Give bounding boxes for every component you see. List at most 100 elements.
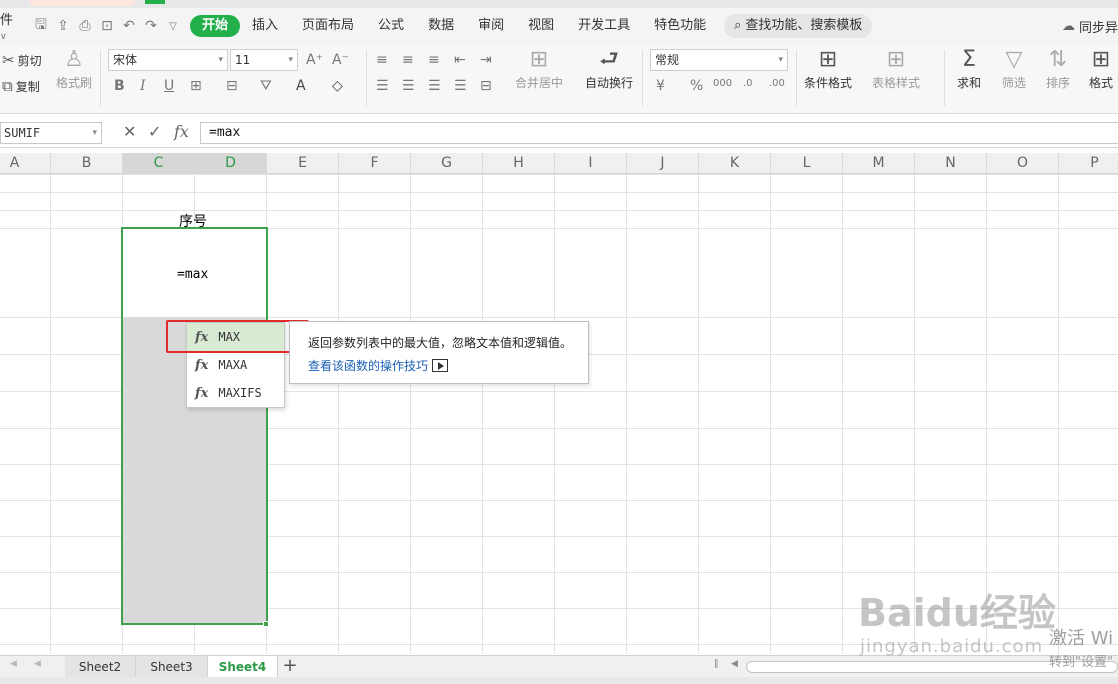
format-painter-button[interactable]: ♙ 格式刷 — [56, 48, 92, 91]
tab-special-features[interactable]: 特色功能 — [642, 15, 718, 37]
column-header-e[interactable]: E — [267, 153, 339, 174]
fill-handle[interactable] — [263, 621, 269, 627]
font-name-select[interactable]: 宋体 ▾ — [108, 49, 228, 71]
thousands-icon[interactable]: 000 — [713, 78, 732, 89]
merge-center-button[interactable]: ⊞ 合并居中 — [515, 48, 563, 91]
borders-icon[interactable]: ⊞ — [190, 78, 202, 94]
autocomplete-item-maxa[interactable]: fx MAXA — [187, 351, 284, 379]
tab-page-layout[interactable]: 页面布局 — [290, 15, 366, 37]
format-button[interactable]: ⊞ 格式 — [1089, 48, 1113, 91]
filter-button[interactable]: ▽ 筛选 — [1002, 48, 1026, 91]
column-header-j[interactable]: J — [627, 153, 699, 174]
tab-insert[interactable]: 插入 — [240, 15, 290, 37]
align-top-icon[interactable]: ≡ — [376, 52, 388, 68]
customize-chevron-icon[interactable]: ▽ — [162, 15, 184, 37]
feature-search[interactable]: ⌕ 查找功能、搜索模板 — [724, 14, 873, 38]
export-icon[interactable]: ⇪ — [52, 15, 74, 37]
sheet-tab-sheet3[interactable]: Sheet3 — [136, 656, 208, 678]
column-header-d[interactable]: D — [195, 153, 267, 174]
column-header-i[interactable]: I — [555, 153, 627, 174]
table-style-button[interactable]: ⊞ 表格样式 — [872, 48, 920, 91]
tab-home[interactable]: 开始 — [190, 15, 241, 37]
column-header-h[interactable]: H — [483, 153, 555, 174]
column-header-n[interactable]: N — [915, 153, 987, 174]
column-header-l[interactable]: L — [771, 153, 843, 174]
cell-editing-value[interactable]: =max — [177, 267, 208, 282]
undo-icon[interactable]: ↶ — [118, 15, 140, 37]
sheet-scroll-first-icon[interactable]: ◀ — [10, 659, 17, 669]
font-size-select[interactable]: 11 ▾ — [230, 49, 298, 71]
conditional-format-button[interactable]: ⊞ 条件格式 — [804, 48, 852, 91]
document-tab-indicator[interactable] — [30, 0, 135, 6]
increase-font-icon[interactable]: A⁺ — [306, 52, 323, 68]
insert-function-icon[interactable]: fx — [174, 122, 189, 141]
align-left-icon[interactable]: ☰ — [376, 78, 389, 94]
sync-button[interactable]: ☁ 同步异 — [1062, 8, 1118, 44]
save-icon[interactable]: 🖫 — [30, 15, 52, 37]
name-box[interactable]: SUMIF ▾ — [0, 122, 102, 144]
column-header-c[interactable]: C — [123, 153, 195, 174]
file-menu[interactable]: 件 ∨ — [0, 9, 22, 43]
column-header-o[interactable]: O — [987, 153, 1059, 174]
chevron-down-icon: ▾ — [288, 55, 293, 65]
column-header-a[interactable]: A — [0, 153, 51, 174]
formula-input[interactable]: =max — [200, 122, 1118, 144]
cancel-icon[interactable]: ✕ — [123, 122, 136, 141]
italic-icon[interactable]: I — [140, 78, 146, 94]
tab-formulas[interactable]: 公式 — [366, 15, 416, 37]
sheet-tab-sheet2[interactable]: Sheet2 — [65, 656, 136, 678]
justify-icon[interactable]: ☰ — [454, 78, 467, 94]
column-header-g[interactable]: G — [411, 153, 483, 174]
sum-button[interactable]: Σ 求和 — [957, 48, 981, 91]
tab-data[interactable]: 数据 — [416, 15, 466, 37]
clear-format-icon[interactable]: ◇ — [332, 78, 343, 94]
add-sheet-button[interactable]: + — [280, 656, 300, 678]
percent-icon[interactable]: % — [690, 78, 703, 94]
autocomplete-item-maxifs[interactable]: fx MAXIFS — [187, 379, 284, 407]
decrease-decimal-icon[interactable]: .00 — [769, 78, 785, 89]
indent-increase-icon[interactable]: ⇥ — [480, 52, 492, 68]
copy-button[interactable]: ⧉ 复制 — [2, 77, 40, 95]
annotation-highlight-box — [166, 320, 309, 353]
merge-cells-icon: ⊞ — [529, 47, 549, 72]
number-format-select[interactable]: 常规 ▾ — [650, 49, 788, 71]
scroll-left-icon[interactable]: ◀ — [731, 659, 738, 669]
sheet-scroll-prev-icon[interactable]: ◀ — [34, 659, 41, 669]
function-help-link[interactable]: 查看该函数的操作技巧 — [308, 357, 449, 374]
merge-borders-icon[interactable]: ⊟ — [226, 78, 238, 94]
column-header-b[interactable]: B — [51, 153, 123, 174]
column-header-p[interactable]: P — [1059, 153, 1118, 174]
bold-icon[interactable]: B — [114, 78, 125, 94]
decrease-font-icon[interactable]: A⁻ — [332, 52, 349, 68]
currency-icon[interactable]: ¥ — [656, 78, 665, 94]
indent-decrease-icon[interactable]: ⇤ — [454, 52, 466, 68]
distribute-icon[interactable]: ⊟ — [480, 78, 492, 94]
cut-button[interactable]: ✂ 剪切 — [2, 51, 42, 69]
align-middle-icon[interactable]: ≡ — [402, 52, 414, 68]
fill-color-icon[interactable]: ⛛ — [260, 78, 272, 94]
tab-review[interactable]: 审阅 — [466, 15, 516, 37]
tab-view[interactable]: 视图 — [516, 15, 566, 37]
font-color-icon[interactable]: A — [296, 78, 306, 94]
split-handle-icon[interactable]: ‖ — [714, 659, 719, 669]
grid-column-line — [410, 174, 411, 654]
wrap-text-button[interactable]: ⮐ 自动换行 — [585, 48, 633, 91]
redo-icon[interactable]: ↷ — [140, 15, 162, 37]
align-center-icon[interactable]: ☰ — [402, 78, 415, 94]
scissors-icon: ✂ — [2, 51, 15, 69]
cell-header-label[interactable]: 序号 — [179, 211, 207, 231]
increase-decimal-icon[interactable]: .0 — [743, 78, 753, 89]
align-bottom-icon[interactable]: ≡ — [428, 52, 440, 68]
underline-icon[interactable]: U — [164, 78, 174, 94]
print-preview-icon[interactable]: ⊡ — [96, 15, 118, 37]
column-header-f[interactable]: F — [339, 153, 411, 174]
sheet-tab-bar: ◀ ◀ Sheet2 Sheet3 Sheet4 + ‖ ◀ — [0, 655, 1118, 678]
column-header-m[interactable]: M — [843, 153, 915, 174]
sheet-tab-sheet4[interactable]: Sheet4 — [208, 656, 278, 678]
align-right-icon[interactable]: ☰ — [428, 78, 441, 94]
print-icon[interactable]: ⎙ — [74, 15, 96, 37]
confirm-icon[interactable]: ✓ — [148, 122, 161, 141]
sort-button[interactable]: ⇅ 排序 — [1046, 48, 1070, 91]
tab-developer[interactable]: 开发工具 — [566, 15, 642, 37]
column-header-k[interactable]: K — [699, 153, 771, 174]
